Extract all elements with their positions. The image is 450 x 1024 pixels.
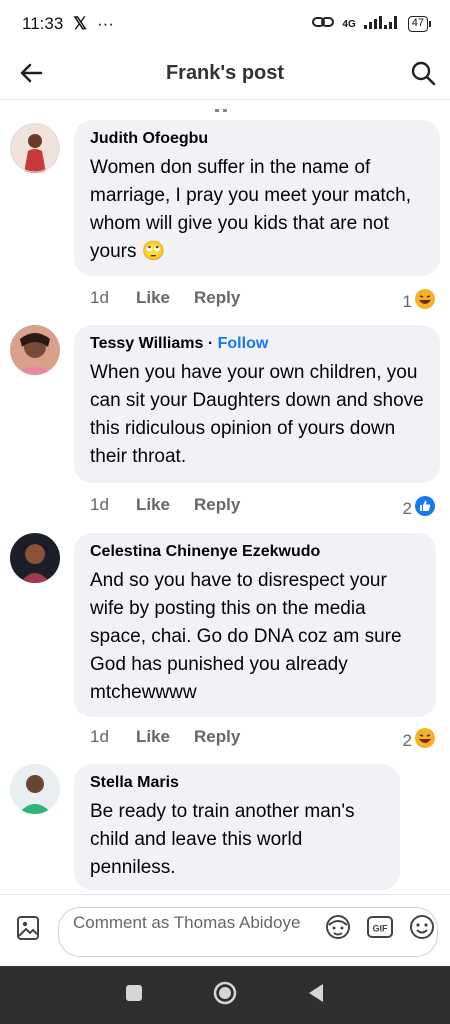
like-button[interactable]: Like: [136, 288, 170, 308]
comment-bubble[interactable]: Tessy Williams · Follow When you have yo…: [74, 325, 440, 483]
page-title: Frank's post: [165, 62, 285, 84]
link-icon: [312, 14, 335, 34]
like-button[interactable]: Like: [136, 727, 170, 747]
gif-icon[interactable]: GIF: [366, 913, 394, 946]
emoji-icon[interactable]: [408, 913, 436, 946]
comment-actions: 1d Like Reply: [90, 727, 264, 747]
search-icon[interactable]: [408, 58, 438, 88]
reply-button[interactable]: Reply: [194, 727, 240, 747]
separator-dot: ·: [207, 335, 214, 352]
avatar[interactable]: [10, 123, 60, 173]
reply-button[interactable]: Reply: [194, 495, 240, 515]
more-notifications-icon: ···: [96, 14, 114, 33]
photo-icon[interactable]: [16, 915, 40, 946]
avatar[interactable]: [10, 533, 60, 583]
recent-apps-icon[interactable]: [124, 983, 144, 1008]
avatar[interactable]: [10, 764, 60, 814]
comment-composer: Comment as Thomas Abidoye GIF: [0, 894, 450, 966]
x-app-icon: 𝕏: [73, 14, 87, 33]
back-triangle-icon[interactable]: [306, 982, 326, 1009]
previous-comment-remnant: [215, 100, 245, 112]
like-reaction-icon: [414, 495, 436, 522]
comment-time[interactable]: 1d: [90, 727, 136, 747]
comment-time[interactable]: 1d: [90, 495, 136, 515]
comment-author[interactable]: Celestina Chinenye Ezekwudo: [90, 543, 420, 561]
app-header: Frank's post: [0, 48, 450, 100]
reaction-count: 2: [402, 498, 412, 518]
like-button[interactable]: Like: [136, 495, 170, 515]
comment-author[interactable]: Judith Ofoegbu: [90, 130, 424, 148]
comment-text: And so you have to disrespect your wife …: [90, 570, 402, 703]
svg-text:GIF: GIF: [373, 924, 389, 934]
back-arrow-icon[interactable]: [16, 58, 46, 88]
haha-reaction-icon: [414, 288, 436, 315]
comment-actions: 1d Like Reply: [90, 495, 264, 515]
system-navigation-bar: [0, 966, 450, 1024]
comment-author[interactable]: Tessy Williams: [90, 335, 203, 352]
status-time: 11:33: [22, 14, 64, 33]
reaction-summary[interactable]: 2: [403, 495, 436, 522]
comment-text: Be ready to train another man's child an…: [90, 801, 355, 878]
follow-button[interactable]: Follow: [218, 335, 269, 352]
reaction-count: 2: [402, 730, 412, 750]
comment-bubble[interactable]: Judith Ofoegbu Women don suffer in the n…: [74, 120, 440, 276]
network-type: 4G: [342, 18, 356, 30]
battery-icon: 47: [407, 16, 432, 32]
home-icon[interactable]: [212, 980, 238, 1011]
signal-icon: [363, 14, 400, 34]
comment-time[interactable]: 1d: [90, 288, 136, 308]
comment-text: Women don suffer in the name of marriage…: [90, 157, 412, 262]
haha-reaction-icon: [414, 727, 436, 754]
avatar[interactable]: [10, 325, 60, 375]
reaction-count: 1: [402, 291, 412, 311]
status-bar: 11:33 𝕏 ··· 4G 47: [0, 0, 450, 48]
previous-reaction-remnant: [398, 100, 430, 106]
comment-author[interactable]: Stella Maris: [90, 774, 384, 792]
comment-actions: 1d Like Reply: [90, 288, 264, 308]
reaction-summary[interactable]: 1: [403, 288, 436, 315]
avatar-sticker-icon[interactable]: [324, 913, 352, 946]
comment-bubble[interactable]: Celestina Chinenye Ezekwudo And so you h…: [74, 533, 436, 717]
comment-bubble[interactable]: Stella Maris Be ready to train another m…: [74, 764, 400, 890]
comment-text: When you have your own children, you can…: [90, 362, 424, 467]
reply-button[interactable]: Reply: [194, 288, 240, 308]
reaction-summary[interactable]: 2: [403, 727, 436, 754]
